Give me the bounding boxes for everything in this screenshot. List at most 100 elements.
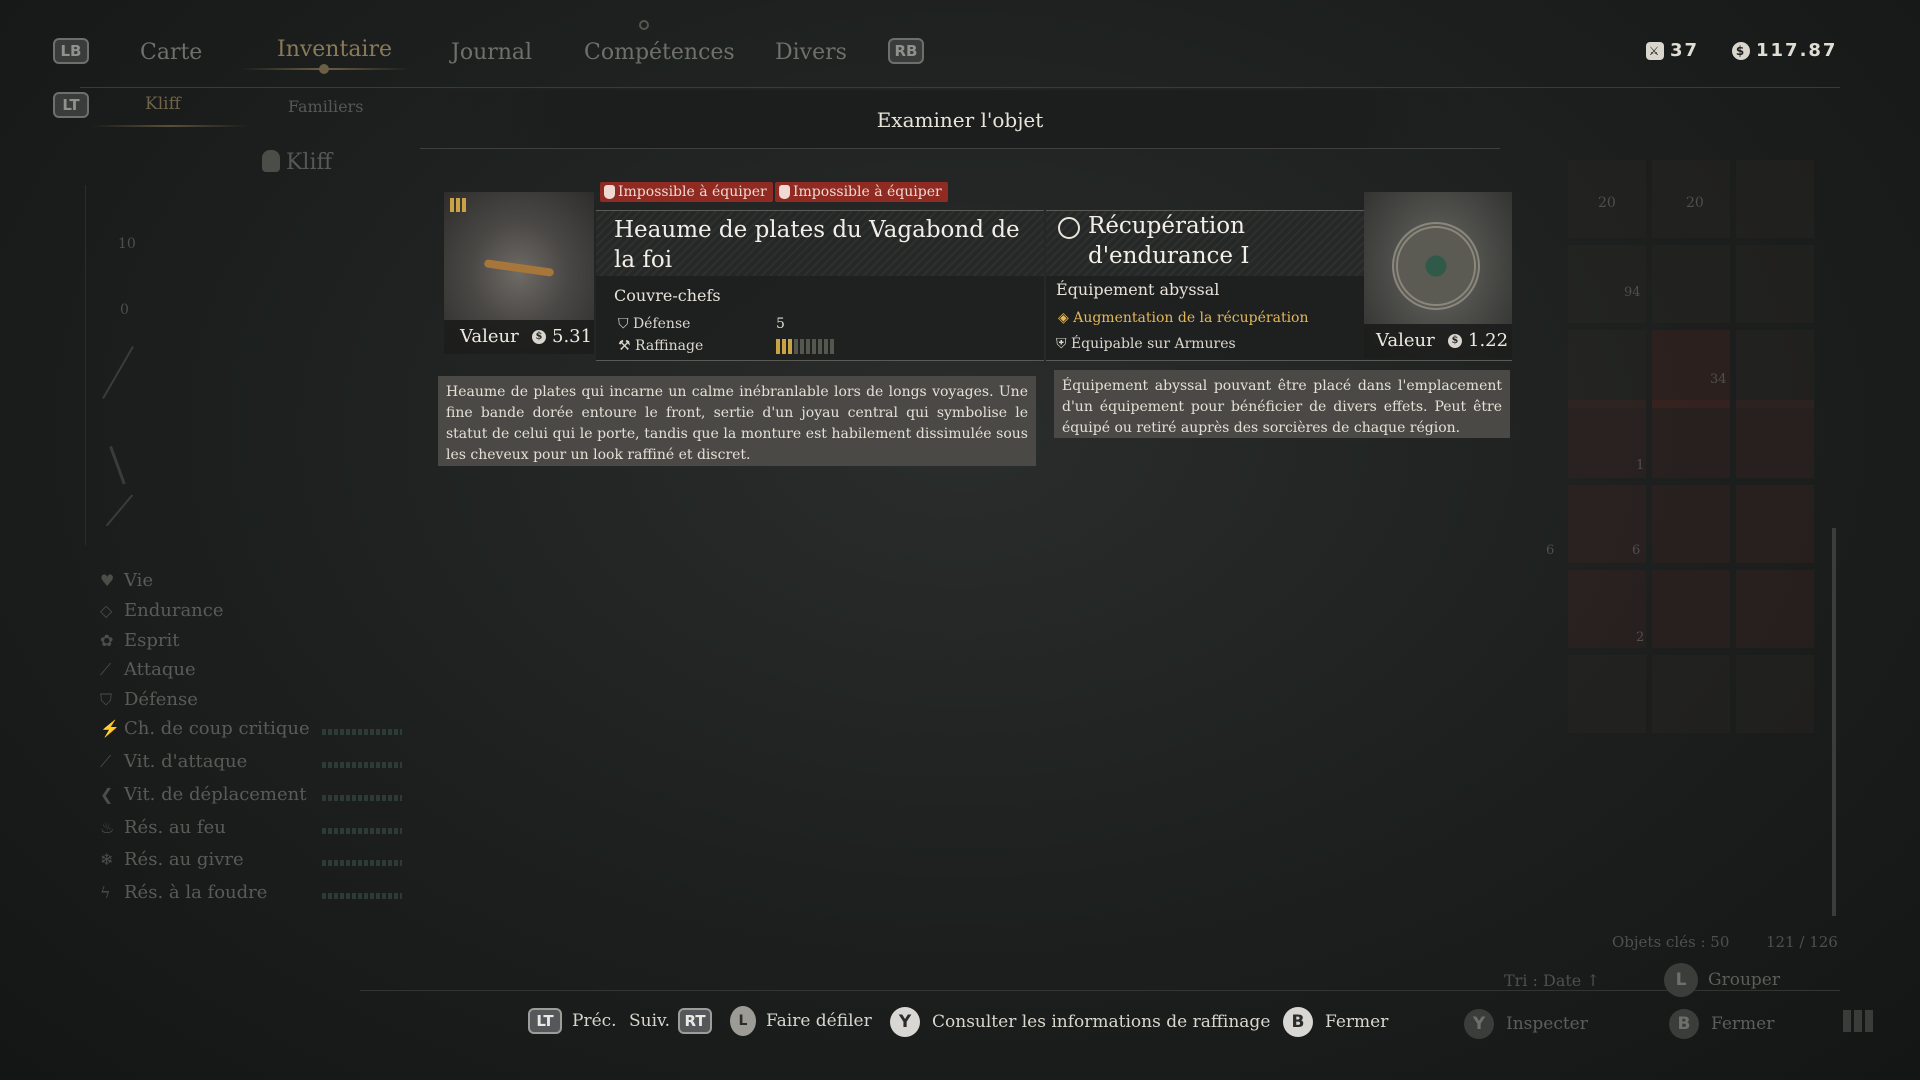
- helmet-icon: [604, 185, 615, 199]
- slot-value: 10: [118, 236, 136, 252]
- refine-segment: [830, 339, 834, 354]
- group-button[interactable]: L Grouper: [1664, 963, 1780, 997]
- stat-esprit: ✿ Esprit: [100, 630, 180, 651]
- stat-res-feu: ♨ Rés. au feu: [100, 817, 226, 838]
- prev-button[interactable]: LT Préc.: [528, 1008, 617, 1034]
- refine-segment: [818, 339, 822, 354]
- cannot-equip-badge: Impossible à équiper: [775, 182, 948, 202]
- stat-endurance: ◇ Endurance: [100, 600, 224, 621]
- inventory-slot[interactable]: [1652, 245, 1730, 323]
- item2-thumbnail: Valeur $1.22: [1364, 192, 1512, 358]
- token-icon: ⚔: [1646, 42, 1664, 60]
- item2-description: Équipement abyssal pouvant être placé da…: [1054, 370, 1510, 438]
- inventory-slot[interactable]: [1568, 330, 1646, 408]
- stat-res-givre: ❄ Rés. au givre: [100, 849, 244, 870]
- attack-speed-icon: ⟋: [100, 751, 112, 771]
- inventory-slot[interactable]: [1568, 245, 1646, 323]
- item1-description: Heaume de plates qui incarne un calme in…: [438, 376, 1036, 466]
- cannot-equip-badge: Impossible à équiper: [600, 182, 773, 202]
- inventory-slot[interactable]: [1736, 485, 1814, 563]
- tab-divers[interactable]: Divers: [775, 40, 847, 65]
- stack-count: 20: [1686, 195, 1704, 211]
- item1-header: Heaume de plates du Vagabond de la foi: [596, 210, 1044, 277]
- tab-carte[interactable]: Carte: [140, 40, 202, 65]
- shield-icon: ⛉: [618, 316, 633, 332]
- stack-count: 34: [1710, 372, 1727, 387]
- next-button[interactable]: Suiv. RT: [629, 1008, 713, 1034]
- grid-view-icon[interactable]: [1843, 1010, 1873, 1032]
- lb-button[interactable]: LB: [53, 38, 89, 64]
- inventory-slot[interactable]: [1736, 245, 1814, 323]
- item1-value-bar: Valeur $5.31: [444, 320, 594, 354]
- item2-category: Équipement abyssal: [1056, 280, 1220, 299]
- spirit-icon: ✿: [100, 630, 114, 650]
- refine-segment: [794, 339, 798, 354]
- sword-icon: ⟋: [100, 659, 112, 679]
- stack-count: 20: [1598, 195, 1616, 211]
- heart-icon: ♥: [100, 570, 115, 590]
- modal-divider: [420, 148, 1500, 149]
- inventory-slot[interactable]: [1652, 330, 1730, 408]
- inventory-slot[interactable]: [1736, 655, 1814, 733]
- inventory-scrollbar[interactable]: [1832, 528, 1836, 916]
- stat-res-foudre: ϟ Rés. à la foudre: [100, 882, 268, 903]
- item2-equip-info: ⛨ Équipable sur Armures: [1056, 336, 1236, 352]
- notification-dot-icon: [639, 20, 649, 30]
- item1-stat-refine: ⚒ Raffinage: [618, 338, 704, 354]
- item1-defense-value: 5: [776, 316, 785, 332]
- item1-category: Couvre-chefs: [614, 286, 721, 305]
- active-tab-marker-icon: [319, 64, 329, 74]
- refine-segment: [812, 339, 816, 354]
- inventory-slot[interactable]: [1736, 160, 1814, 238]
- inventory-slot[interactable]: [1652, 655, 1730, 733]
- stat-bar: [322, 762, 402, 768]
- frost-icon: ❄: [100, 849, 114, 869]
- tab-competences[interactable]: Compétences: [584, 40, 735, 65]
- refine-marker-icon: [450, 198, 468, 212]
- rb-button[interactable]: RB: [888, 38, 924, 64]
- tab-inventaire[interactable]: Inventaire: [277, 37, 392, 62]
- inventory-slot[interactable]: [1652, 485, 1730, 563]
- inventory-slot[interactable]: [1736, 330, 1814, 408]
- slots-count: 121 / 126: [1766, 933, 1838, 951]
- item1-stat-defense: ⛉ Défense: [618, 316, 691, 332]
- inventory-slot[interactable]: [1652, 400, 1730, 478]
- stack-count: 1: [1636, 458, 1645, 473]
- diamond-icon: ◇: [100, 600, 113, 620]
- inventory-slot[interactable]: [1568, 655, 1646, 733]
- stack-count: 6: [1632, 543, 1641, 558]
- stat-bar: [322, 828, 402, 834]
- character-name: Kliff: [262, 150, 332, 175]
- diamond-icon: ◈: [1058, 310, 1074, 326]
- stack-count: 6: [1546, 543, 1555, 558]
- inventory-slot[interactable]: [1736, 570, 1814, 648]
- tab-journal[interactable]: Journal: [451, 40, 532, 65]
- stack-count: 2: [1636, 630, 1645, 645]
- abyss-gear-icon: [779, 185, 790, 199]
- move-speed-icon: ❮: [100, 784, 114, 804]
- money-counter: $117.87: [1732, 40, 1837, 61]
- refine-segment: [788, 339, 792, 354]
- anvil-icon: ⚒: [618, 338, 636, 354]
- item1-thumbnail: Valeur $5.31: [444, 192, 594, 354]
- stat-vit-attaque: ⟋ Vit. d'attaque: [100, 751, 248, 772]
- refine-segment: [800, 339, 804, 354]
- refine-progress: [776, 339, 834, 354]
- refine-info-button[interactable]: Y Consulter les informations de raffinag…: [890, 1007, 1270, 1037]
- item2-effect: ◈ Augmentation de la récupération: [1058, 310, 1309, 326]
- token-counter: ⚔ 37: [1646, 40, 1699, 61]
- inventory-slot[interactable]: [1652, 570, 1730, 648]
- close-button[interactable]: B Fermer: [1283, 1007, 1388, 1037]
- inventory-slot[interactable]: [1568, 400, 1646, 478]
- stat-bar: [322, 860, 402, 866]
- item1-details: Couvre-chefs ⛉ Défense 5 ⚒ Raffinage: [596, 276, 1044, 361]
- scroll-button[interactable]: L Faire défiler: [730, 1006, 872, 1036]
- footer-divider: [360, 990, 1840, 991]
- sort-label[interactable]: Tri : Date ↑: [1504, 971, 1600, 990]
- item2-name-line2: d'endurance I: [1088, 243, 1250, 269]
- item2-value: $1.22: [1448, 330, 1508, 351]
- inspect-button[interactable]: Y Inspecter: [1464, 1009, 1588, 1039]
- close-button-secondary[interactable]: B Fermer: [1669, 1009, 1774, 1039]
- inventory-slot[interactable]: [1568, 570, 1646, 648]
- inventory-slot[interactable]: [1736, 400, 1814, 478]
